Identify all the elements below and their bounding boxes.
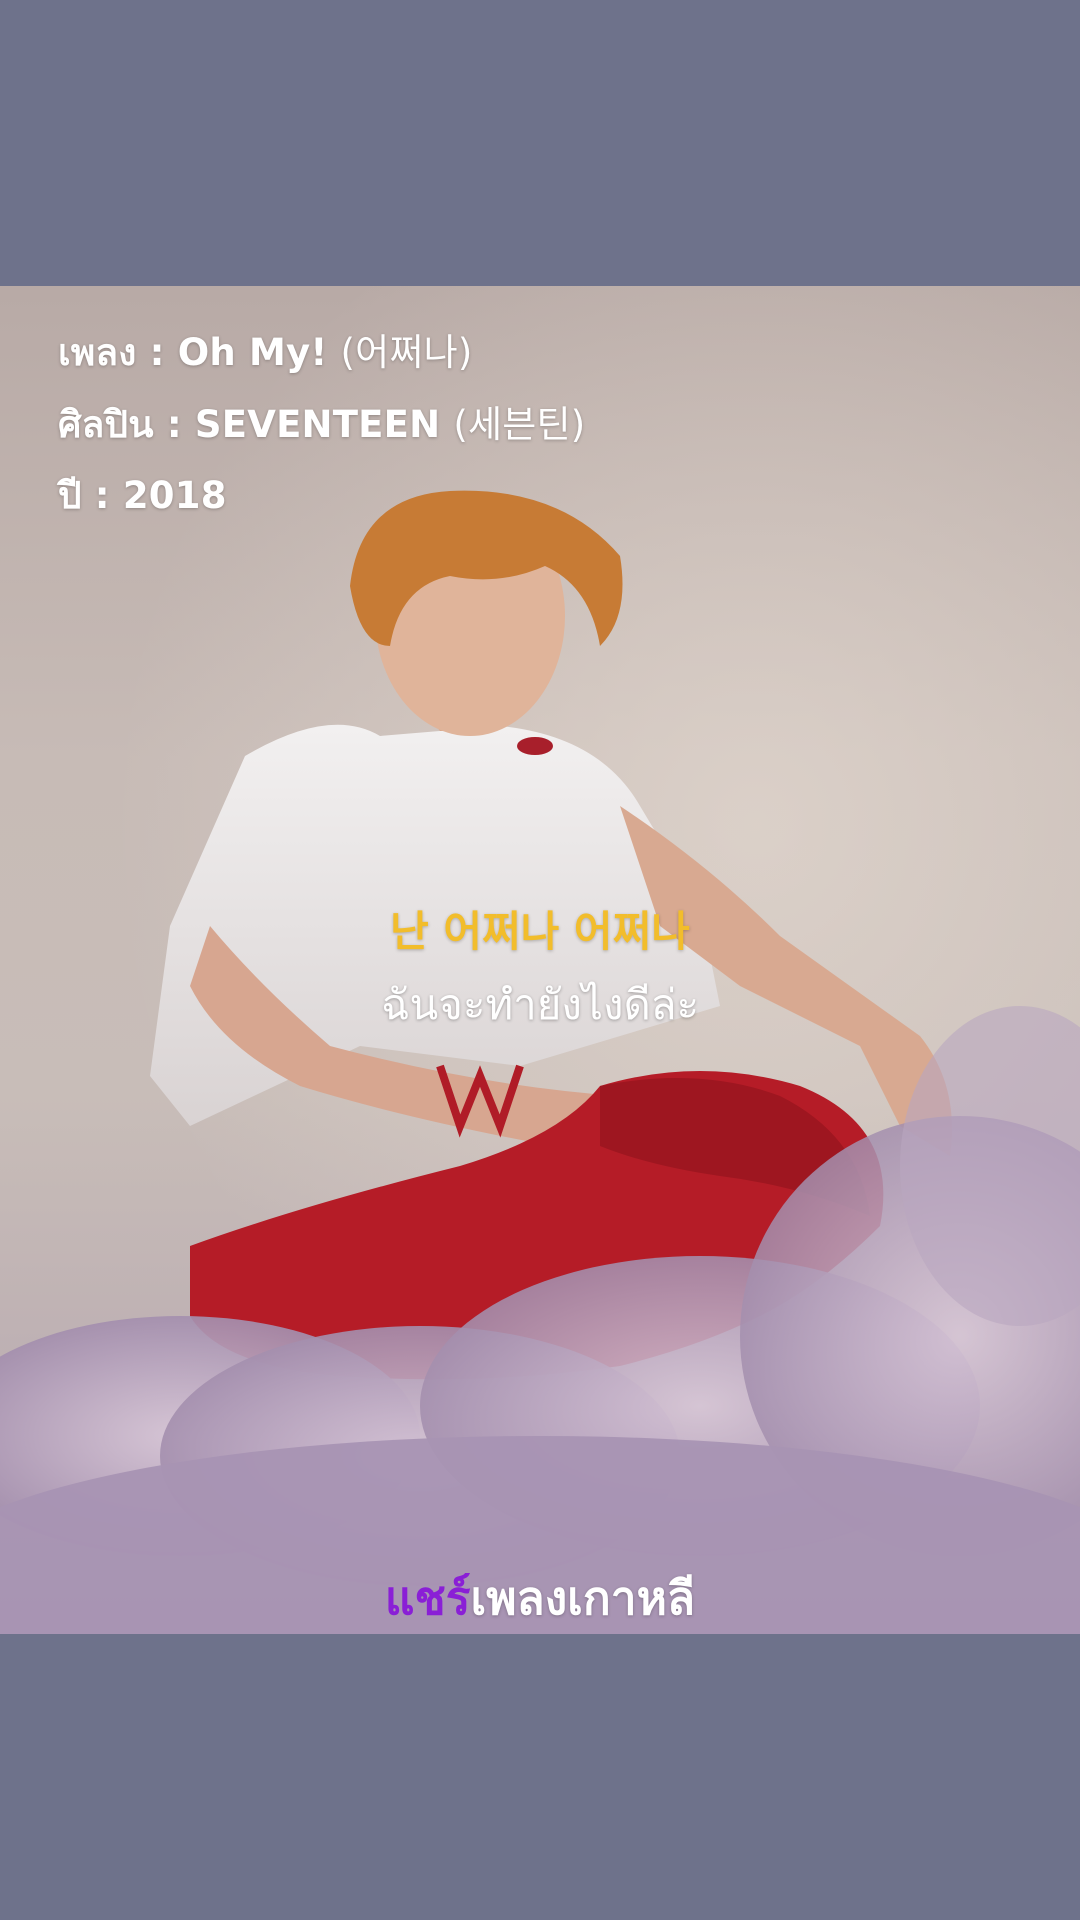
artist-label: ศิลปิน : bbox=[58, 403, 195, 446]
artist-info: ศิลปิน : SEVENTEEN (세븐틴) bbox=[58, 394, 585, 454]
channel-brand: แชร์เพลงเกาหลี bbox=[0, 1562, 1080, 1635]
song-korean-title: (어쩌나) bbox=[340, 331, 473, 374]
song-title: Oh My! bbox=[177, 331, 341, 374]
lyric-korean: 난 어쩌나 어쩌나 bbox=[390, 907, 690, 956]
artist-name: SEVENTEEN bbox=[194, 403, 454, 446]
artist-korean-name: (세븐틴) bbox=[453, 403, 586, 446]
screen: เพลง : Oh My! (어쩌나) ศิลปิน : SEVENTEEN (… bbox=[0, 0, 1080, 1920]
year-value: 2018 bbox=[122, 474, 227, 517]
song-label: เพลง : bbox=[58, 331, 178, 374]
brand-accent-text: แชร์ bbox=[384, 1571, 471, 1625]
song-info: เพลง : Oh My! (어쩌나) bbox=[58, 322, 473, 382]
lyric-thai-translation: ฉันจะทำยังไงดีล่ะ bbox=[380, 980, 700, 1029]
brand-text: เพลงเกาหลี bbox=[470, 1571, 696, 1625]
year-info: ปี : 2018 bbox=[58, 466, 227, 525]
year-label: ปี : bbox=[58, 474, 123, 517]
